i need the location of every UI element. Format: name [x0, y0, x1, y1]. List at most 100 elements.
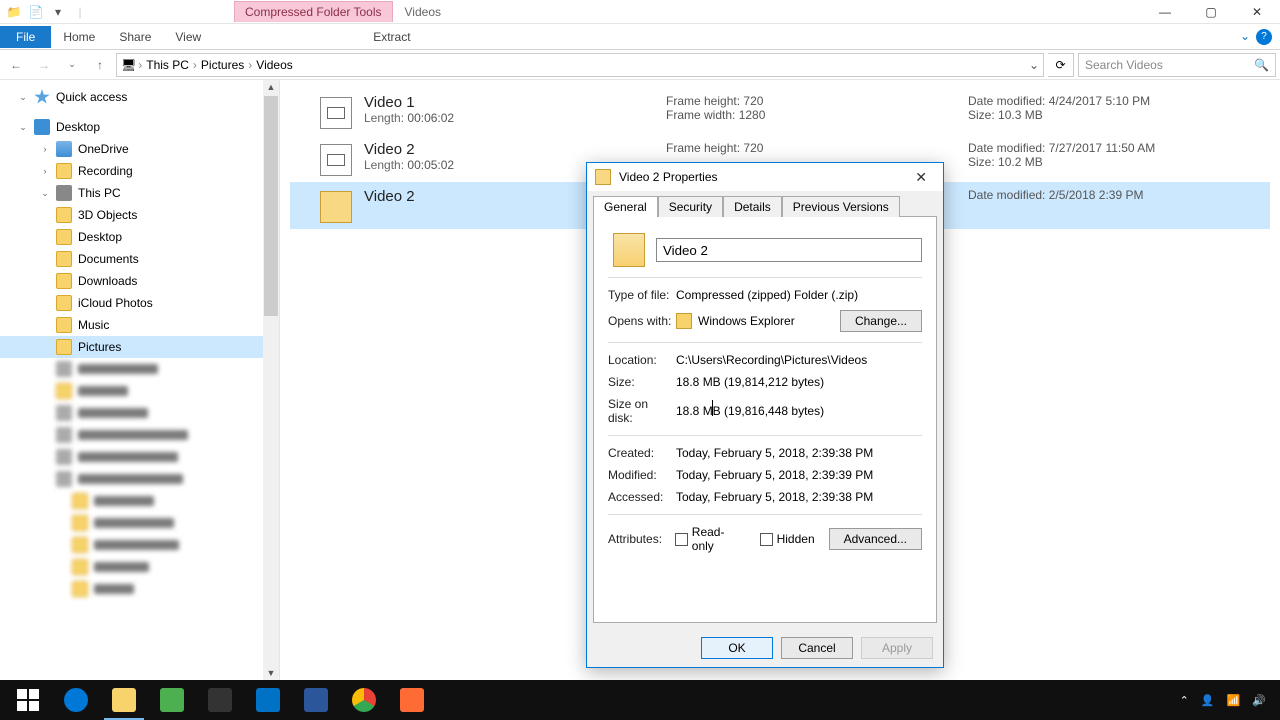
- readonly-checkbox[interactable]: Read-only: [675, 525, 746, 553]
- nav-3d-objects[interactable]: 3D Objects: [0, 204, 279, 226]
- minimize-button[interactable]: —: [1142, 0, 1188, 24]
- forward-button[interactable]: →: [32, 53, 56, 77]
- nav-quick-access[interactable]: ⌄Quick access: [0, 86, 279, 108]
- tab-share[interactable]: Share: [107, 26, 163, 48]
- advanced-button[interactable]: Advanced...: [829, 528, 922, 550]
- nav-recording[interactable]: ›Recording: [0, 160, 279, 182]
- file-row[interactable]: Video 1 Length: 00:06:02 Frame height: 7…: [290, 88, 1270, 135]
- tab-view[interactable]: View: [163, 26, 213, 48]
- refresh-button[interactable]: ⟳: [1048, 53, 1074, 77]
- tab-file[interactable]: File: [0, 26, 51, 48]
- chevron-right-icon[interactable]: ›: [248, 58, 252, 72]
- tray-network-icon[interactable]: 📶: [1227, 694, 1241, 707]
- file-meta-value: 4/24/2017 5:10 PM: [1049, 94, 1150, 108]
- help-icon[interactable]: ?: [1256, 29, 1272, 45]
- file-meta-value: 00:05:02: [407, 158, 454, 172]
- label-size-on-disk: Size on disk:: [608, 397, 676, 425]
- qat-dropdown-icon[interactable]: ▾: [50, 4, 66, 20]
- taskbar-camtasia[interactable]: [388, 680, 436, 720]
- nav-item-obscured[interactable]: [0, 556, 279, 578]
- zip-icon: [320, 191, 352, 223]
- ribbon-expand-icon[interactable]: ⌄: [1240, 29, 1250, 45]
- search-icon[interactable]: 🔍: [1254, 58, 1269, 72]
- dialog-titlebar[interactable]: Video 2 Properties ✕: [587, 163, 943, 191]
- tray-people-icon[interactable]: 👤: [1201, 694, 1215, 707]
- ok-button[interactable]: OK: [701, 637, 773, 659]
- tab-details[interactable]: Details: [723, 196, 782, 217]
- nav-icloud[interactable]: iCloud Photos: [0, 292, 279, 314]
- chevron-right-icon[interactable]: ›: [138, 58, 142, 72]
- breadcrumb-videos[interactable]: Videos: [254, 58, 294, 72]
- file-name: Video 1: [364, 94, 654, 111]
- tab-general[interactable]: General: [593, 196, 658, 217]
- address-dropdown-icon[interactable]: ⌄: [1029, 58, 1039, 72]
- filename-input[interactable]: [656, 238, 922, 262]
- scroll-down-icon[interactable]: ▼: [265, 666, 278, 680]
- nav-documents[interactable]: Documents: [0, 248, 279, 270]
- back-button[interactable]: ←: [4, 53, 28, 77]
- taskbar-word[interactable]: [292, 680, 340, 720]
- search-box[interactable]: Search Videos 🔍: [1078, 53, 1276, 77]
- file-meta-value: 00:06:02: [407, 111, 454, 125]
- file-meta-value: 10.2 MB: [998, 155, 1043, 169]
- scroll-up-icon[interactable]: ▲: [265, 80, 278, 94]
- scroll-thumb[interactable]: [264, 96, 278, 316]
- tab-home[interactable]: Home: [51, 26, 107, 48]
- taskbar-app[interactable]: [148, 680, 196, 720]
- nav-item-obscured[interactable]: [0, 380, 279, 402]
- taskbar-outlook[interactable]: [244, 680, 292, 720]
- label-opens-with: Opens with:: [608, 314, 676, 328]
- maximize-button[interactable]: ▢: [1188, 0, 1234, 24]
- chevron-right-icon[interactable]: ›: [193, 58, 197, 72]
- nav-item-obscured[interactable]: [0, 490, 279, 512]
- address-bar-row: ← → ⌄ ↑ 🖥 › This PC › Pictures › Videos …: [0, 50, 1280, 80]
- contextual-tab-compressed[interactable]: Compressed Folder Tools: [234, 1, 393, 22]
- nav-music[interactable]: Music: [0, 314, 279, 336]
- label-created: Created:: [608, 446, 676, 460]
- file-meta-label: Date modified:: [968, 141, 1045, 155]
- nav-item-obscured[interactable]: [0, 424, 279, 446]
- nav-onedrive[interactable]: ›OneDrive: [0, 138, 279, 160]
- nav-item-obscured[interactable]: [0, 358, 279, 380]
- properties-icon[interactable]: 📄: [28, 4, 44, 20]
- apply-button[interactable]: Apply: [861, 637, 933, 659]
- nav-item-obscured[interactable]: [0, 534, 279, 556]
- nav-thispc[interactable]: ⌄This PC: [0, 182, 279, 204]
- change-button[interactable]: Change...: [840, 310, 922, 332]
- nav-item-obscured[interactable]: [0, 578, 279, 600]
- file-meta-label: Frame height:: [666, 94, 740, 108]
- tray-volume-icon[interactable]: 🔊: [1252, 694, 1266, 707]
- nav-item-obscured[interactable]: [0, 468, 279, 490]
- video-icon: [320, 144, 352, 176]
- nav-item-obscured[interactable]: [0, 402, 279, 424]
- nav-scrollbar[interactable]: ▲ ▼: [263, 80, 279, 680]
- tab-previous-versions[interactable]: Previous Versions: [782, 196, 900, 217]
- taskbar-explorer[interactable]: [100, 680, 148, 720]
- recent-dropdown[interactable]: ⌄: [60, 53, 84, 77]
- tab-security[interactable]: Security: [658, 196, 723, 217]
- file-meta-label: Date modified:: [968, 188, 1045, 202]
- tab-extract[interactable]: Extract: [361, 26, 422, 48]
- nav-downloads[interactable]: Downloads: [0, 270, 279, 292]
- breadcrumb-thispc[interactable]: This PC: [144, 58, 191, 72]
- nav-item-obscured[interactable]: [0, 446, 279, 468]
- nav-desktop-2[interactable]: Desktop: [0, 226, 279, 248]
- explorer-icon: [676, 313, 692, 329]
- taskbar-chrome[interactable]: [340, 680, 388, 720]
- dialog-close-button[interactable]: ✕: [907, 165, 935, 190]
- taskbar-store[interactable]: [196, 680, 244, 720]
- folder-icon[interactable]: 📁: [6, 4, 22, 20]
- cancel-button[interactable]: Cancel: [781, 637, 853, 659]
- nav-desktop[interactable]: ⌄Desktop: [0, 116, 279, 138]
- up-button[interactable]: ↑: [88, 53, 112, 77]
- nav-item-obscured[interactable]: [0, 512, 279, 534]
- close-button[interactable]: ✕: [1234, 0, 1280, 24]
- address-bar[interactable]: 🖥 › This PC › Pictures › Videos ⌄: [116, 53, 1044, 77]
- tray-up-icon[interactable]: ⌃: [1180, 694, 1189, 707]
- taskbar-edge[interactable]: [52, 680, 100, 720]
- start-button[interactable]: [4, 680, 52, 720]
- hidden-checkbox[interactable]: Hidden: [760, 532, 815, 546]
- nav-pictures[interactable]: Pictures: [0, 336, 279, 358]
- breadcrumb-pictures[interactable]: Pictures: [199, 58, 246, 72]
- system-tray[interactable]: ⌃ 👤 📶 🔊: [1170, 694, 1276, 707]
